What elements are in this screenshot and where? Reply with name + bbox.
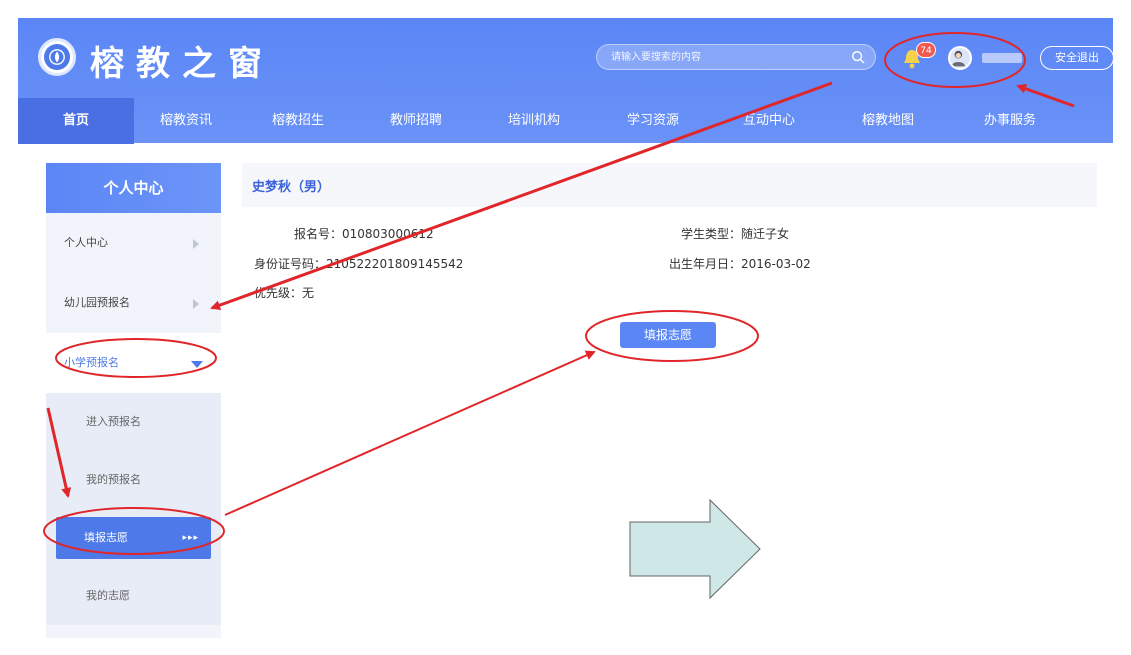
student-type: 学生类型：随迁子女 <box>681 227 790 241</box>
id-number: 身份证号码：210522201809145542 <box>254 257 464 271</box>
main-nav: 首页 榕教资讯 榕教招生 教师招聘 培训机构 学习资源 互动中心 榕教地图 办事… <box>18 98 1113 144</box>
nav-training[interactable]: 培训机构 <box>474 98 594 144</box>
nav-news[interactable]: 榕教资讯 <box>134 98 238 144</box>
priority: 优先级：无 <box>254 286 315 300</box>
search-icon[interactable] <box>851 50 865 64</box>
chevron-down-icon <box>191 361 203 368</box>
brand-title: 榕教之窗 <box>90 44 274 84</box>
sidebar-item-label: 个人中心 <box>64 236 108 249</box>
avatar[interactable] <box>948 46 972 70</box>
submenu-label: 填报志愿 <box>84 531 128 544</box>
logout-button[interactable]: 安全退出 <box>1040 46 1113 70</box>
nav-home[interactable]: 首页 <box>18 98 134 144</box>
sidebar: 个人中心 个人中心 幼儿园预报名 小学预报名 进入预报名 我的预报名 填报志愿 … <box>46 163 221 638</box>
submenu: 进入预报名 我的预报名 填报志愿 ▸▸▸ 我的志愿 <box>46 393 221 625</box>
chevron-right-icon <box>193 239 199 249</box>
notification-badge: 74 <box>916 42 936 58</box>
student-name: 史梦秋（男） <box>252 180 331 195</box>
chevron-right-icon <box>193 299 199 309</box>
nav-enrollment[interactable]: 榕教招生 <box>238 98 358 144</box>
nav-map[interactable]: 榕教地图 <box>826 98 950 144</box>
fill-preference-button[interactable]: 填报志愿 <box>620 322 716 348</box>
app-window: 榕教之窗 74 安全退出 首页 榕教资讯 榕教招生 教师招聘 <box>18 18 1113 638</box>
sidebar-item-label: 幼儿园预报名 <box>64 296 130 309</box>
submenu-my-preference[interactable]: 我的志愿 <box>46 567 221 625</box>
sidebar-title: 个人中心 <box>46 163 221 213</box>
submenu-fill-preference[interactable]: 填报志愿 ▸▸▸ <box>56 517 211 559</box>
logo-emblem-icon <box>44 44 70 70</box>
user-icon <box>951 50 965 67</box>
birth-date: 出生年月日：2016-03-02 <box>669 257 811 271</box>
sidebar-item-primary-school[interactable]: 小学预报名 <box>46 333 221 393</box>
logo <box>38 38 76 76</box>
submenu-my-prereg[interactable]: 我的预报名 <box>46 451 221 509</box>
sidebar-item-personal-center[interactable]: 个人中心 <box>46 213 221 273</box>
student-header: 史梦秋（男） <box>242 163 1097 207</box>
header: 榕教之窗 74 安全退出 首页 榕教资讯 榕教招生 教师招聘 <box>18 18 1113 144</box>
arrows-icon: ▸▸▸ <box>182 533 199 543</box>
username[interactable] <box>982 53 1022 63</box>
nav-learning-resources[interactable]: 学习资源 <box>594 98 712 144</box>
reg-number: 报名号：010803000612 <box>294 227 434 241</box>
search-box[interactable] <box>596 44 876 70</box>
submenu-enter-prereg[interactable]: 进入预报名 <box>46 393 221 451</box>
nav-teacher-recruit[interactable]: 教师招聘 <box>358 98 474 144</box>
sidebar-item-label: 小学预报名 <box>64 356 119 369</box>
nav-services[interactable]: 办事服务 <box>950 98 1070 144</box>
search-input[interactable] <box>611 48 831 66</box>
nav-interaction[interactable]: 互动中心 <box>712 98 826 144</box>
sidebar-item-kindergarten[interactable]: 幼儿园预报名 <box>46 273 221 333</box>
